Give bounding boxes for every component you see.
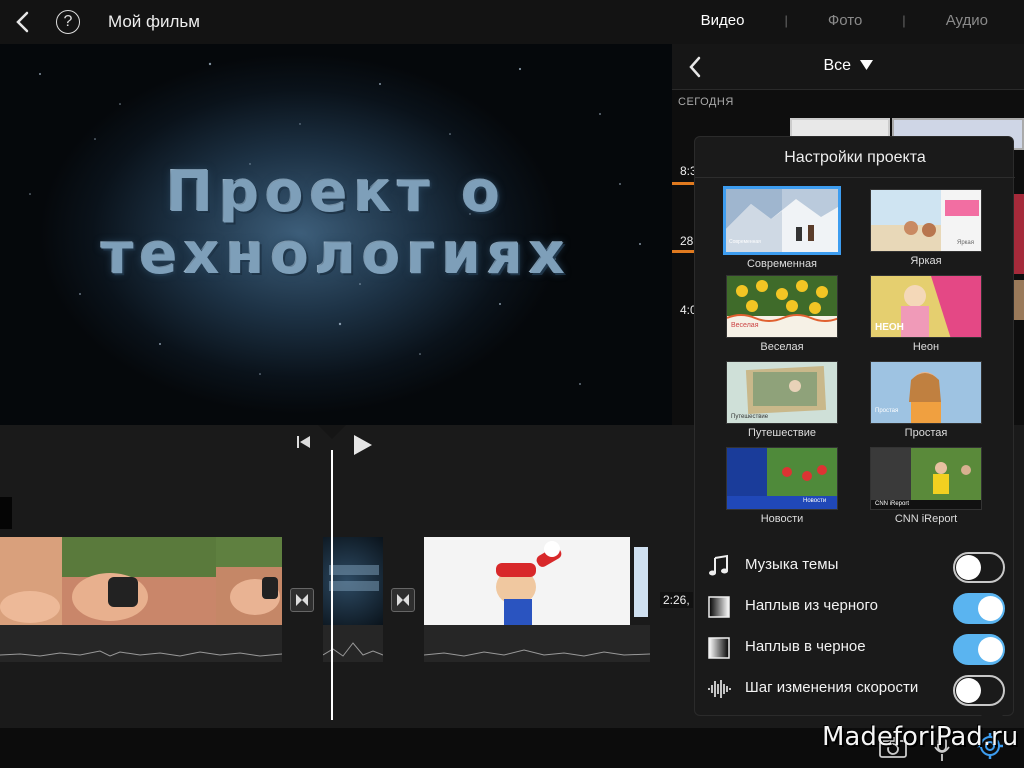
- project-settings-popover: Настройки проекта Современная Современна…: [694, 136, 1015, 716]
- transition-bowtie-icon: [296, 594, 308, 606]
- theme-thumb-caption: Путешествие: [731, 414, 769, 420]
- option-label: Наплыв в черное: [745, 638, 866, 655]
- theme-label: Простая: [904, 427, 948, 439]
- waveform-graphic: [0, 650, 282, 657]
- play-icon[interactable]: [352, 433, 374, 457]
- title-overlay: Проект о технологиях: [0, 162, 672, 286]
- toggle-knob: [956, 555, 981, 580]
- mario-clip-frame: [496, 537, 650, 625]
- theme-label: Новости: [760, 513, 804, 525]
- popover-arrow: [978, 712, 1006, 726]
- timeline-clip-watch[interactable]: [0, 537, 282, 625]
- theme-thumb-caption: Современная: [729, 239, 761, 245]
- title-overlay-line1: Проект о: [166, 160, 506, 225]
- waveform-icon: [708, 680, 731, 698]
- theme-label: Путешествие: [747, 427, 817, 439]
- tab-separator: |: [784, 13, 788, 28]
- tab-video[interactable]: Видео: [701, 12, 745, 29]
- theme-thumbnail-cnn: CNN iReport: [870, 447, 982, 510]
- help-button[interactable]: ?: [56, 10, 80, 34]
- transition-button[interactable]: [290, 588, 314, 612]
- option-label: Наплыв из черного: [745, 597, 879, 614]
- skip-to-start-icon[interactable]: [296, 435, 312, 449]
- timeline-clip-mario[interactable]: [424, 537, 650, 625]
- toggle-knob: [978, 596, 1003, 621]
- top-bar: ? Мой фильм Видео | Фото | Аудио: [0, 0, 1024, 44]
- playhead-line[interactable]: [331, 450, 333, 720]
- clip-used-marker: [672, 182, 696, 185]
- timeline-audio-block[interactable]: [0, 497, 12, 529]
- theme-label: CNN iReport: [894, 513, 958, 525]
- audio-waveform: [424, 625, 650, 662]
- tab-separator: |: [902, 13, 906, 28]
- video-preview[interactable]: Проект о технологиях: [0, 44, 672, 425]
- section-header-today: СЕГОДНЯ: [678, 96, 734, 108]
- clip-timecode: 2:26,: [660, 592, 693, 608]
- fade-from-black-toggle[interactable]: [953, 593, 1005, 624]
- theme-thumbnail-modern: Современная: [723, 186, 841, 255]
- toggle-knob: [956, 678, 981, 703]
- theme-thumb-caption: Простая: [875, 408, 899, 414]
- theme-option-cnn[interactable]: CNN iReport CNN iReport: [867, 447, 985, 525]
- album-filter-label: Все: [823, 57, 852, 74]
- title-overlay-line2: технологиях: [101, 222, 571, 287]
- theme-thumb-caption: Новости: [803, 498, 827, 504]
- theme-thumbnail-neon: НЕОН: [870, 275, 982, 338]
- theme-option-neon[interactable]: НЕОН Неон: [867, 275, 985, 353]
- theme-thumb-caption: НЕОН: [875, 322, 904, 333]
- speed-snap-toggle[interactable]: [953, 675, 1005, 706]
- audio-waveform: [0, 625, 282, 662]
- theme-thumbnail-simple: Простая: [870, 361, 982, 424]
- option-fade-to-black: Наплыв в черное: [707, 631, 1005, 665]
- theme-option-modern[interactable]: Современная Современная: [723, 186, 841, 270]
- theme-option-travel[interactable]: Путешествие Путешествие: [723, 361, 841, 439]
- option-fade-from-black: Наплыв из черного: [707, 590, 1005, 624]
- transition-bowtie-icon: [397, 594, 409, 606]
- playhead-marker-icon: [318, 425, 346, 439]
- theme-thumbnail-bright: Яркая: [870, 189, 982, 252]
- theme-option-news[interactable]: Новости Новости: [723, 447, 841, 525]
- music-note-icon: [709, 554, 728, 576]
- fade-to-black-toggle[interactable]: [953, 634, 1005, 665]
- theme-music-toggle[interactable]: [953, 552, 1005, 583]
- browser-header: Все: [672, 44, 1024, 90]
- theme-label: Веселая: [760, 341, 804, 353]
- option-label: Шаг изменения скорости: [745, 679, 919, 696]
- theme-thumbnail-playful: Веселая: [726, 275, 838, 338]
- fade-from-black-icon: [708, 596, 730, 618]
- option-label: Музыка темы: [745, 556, 839, 573]
- theme-label: Неон: [912, 341, 940, 353]
- imovie-project-screen: ? Мой фильм Видео | Фото | Аудио Проект …: [0, 0, 1024, 768]
- theme-thumb-caption: Веселая: [731, 322, 759, 329]
- theme-option-simple[interactable]: Простая Простая: [867, 361, 985, 439]
- popover-divider: [695, 177, 1015, 178]
- theme-option-bright[interactable]: Яркая Яркая: [867, 189, 985, 267]
- theme-thumb-caption: CNN iReport: [875, 501, 910, 507]
- option-theme-music: Музыка темы: [707, 549, 1005, 583]
- simple-theme-preview: [871, 362, 981, 423]
- watermark-text: MadeforiPad.ru: [822, 722, 1019, 752]
- theme-thumb-caption: Яркая: [957, 240, 975, 246]
- album-filter-dropdown[interactable]: Все: [672, 57, 1024, 75]
- theme-label: Яркая: [910, 255, 942, 267]
- option-speed-snap: Шаг изменения скорости: [707, 672, 1005, 706]
- clip-used-marker: [672, 250, 696, 253]
- watch-clip-frames: [0, 537, 282, 625]
- project-title: Мой фильм: [108, 12, 200, 31]
- dropdown-triangle-icon: [859, 60, 873, 70]
- transition-button[interactable]: [391, 588, 415, 612]
- back-chevron-icon[interactable]: [10, 8, 36, 36]
- popover-title: Настройки проекта: [784, 149, 926, 166]
- waveform-graphic: [424, 649, 650, 657]
- theme-thumbnail-news: Новости: [726, 447, 838, 510]
- toggle-knob: [978, 637, 1003, 662]
- fade-to-black-icon: [708, 637, 730, 659]
- theme-label: Современная: [746, 258, 818, 270]
- theme-option-playful[interactable]: Веселая Веселая: [723, 275, 841, 353]
- tab-audio[interactable]: Аудио: [946, 12, 988, 29]
- media-tabs: Видео | Фото | Аудио: [701, 12, 988, 29]
- theme-thumbnail-travel: Путешествие: [726, 361, 838, 424]
- tab-photo[interactable]: Фото: [828, 12, 862, 29]
